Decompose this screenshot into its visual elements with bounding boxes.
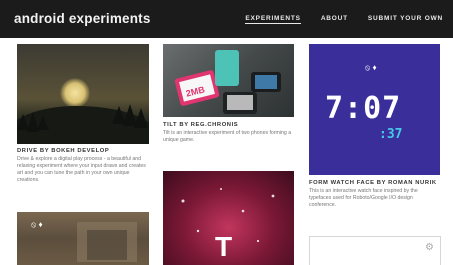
card-image[interactable]: 2MB — [163, 44, 294, 117]
clock-seconds: :37 — [379, 127, 403, 142]
card-image[interactable]: T — [163, 171, 294, 265]
experiment-card[interactable]: ⦸ ♦ 7:07 :37 FORM WATCH FACE BY ROMAN NU… — [309, 44, 441, 224]
brand-logo[interactable]: android experiments — [14, 11, 151, 26]
page: android experiments EXPERIMENTS ABOUT SU… — [0, 0, 453, 265]
clock-time: 7:07 — [325, 91, 402, 126]
experiment-card[interactable]: 2MB TILT BY REG.CHRONIS Tilt is an inter… — [163, 44, 295, 159]
settings-icon[interactable]: ⚙ — [425, 242, 434, 253]
pattern-graphic — [77, 222, 137, 262]
card-description: Tilt is an interactive experiment of two… — [163, 130, 292, 143]
nav-about[interactable]: ABOUT — [321, 15, 348, 24]
card-title[interactable]: FORM WATCH FACE BY ROMAN NURIK — [309, 180, 437, 186]
experiment-card[interactable]: DRIVE BY BOKEH DEVELOP Drive & explore a… — [17, 44, 149, 204]
nav-submit[interactable]: SUBMIT YOUR OWN — [368, 15, 443, 24]
card-description: This is an interactive watch face inspir… — [309, 188, 418, 208]
card-title[interactable]: TILT BY REG.CHRONIS — [163, 122, 238, 128]
nav-experiments[interactable]: EXPERIMENTS — [245, 15, 301, 24]
card-description: Drive & explore a digital play process -… — [17, 156, 146, 183]
experiment-card[interactable]: ⦸ ♦ — [17, 212, 149, 265]
letter-graphic: T — [215, 231, 233, 262]
main-nav: EXPERIMENTS ABOUT SUBMIT YOUR OWN — [245, 15, 443, 24]
card-title[interactable]: DRIVE BY BOKEH DEVELOP — [17, 148, 109, 154]
card-image[interactable]: ⦸ ♦ — [17, 212, 149, 265]
watch-status-icons: ⦸ ♦ — [365, 63, 377, 72]
experiment-card[interactable]: ⚙ — [309, 236, 441, 265]
card-image[interactable]: ⦸ ♦ 7:07 :37 — [309, 44, 440, 175]
tree-line-graphic — [17, 104, 148, 132]
experiment-card[interactable]: T — [163, 171, 295, 265]
card-image[interactable] — [17, 44, 149, 144]
top-bar: android experiments EXPERIMENTS ABOUT SU… — [0, 0, 453, 38]
phones-graphic: 2MB — [174, 50, 281, 114]
